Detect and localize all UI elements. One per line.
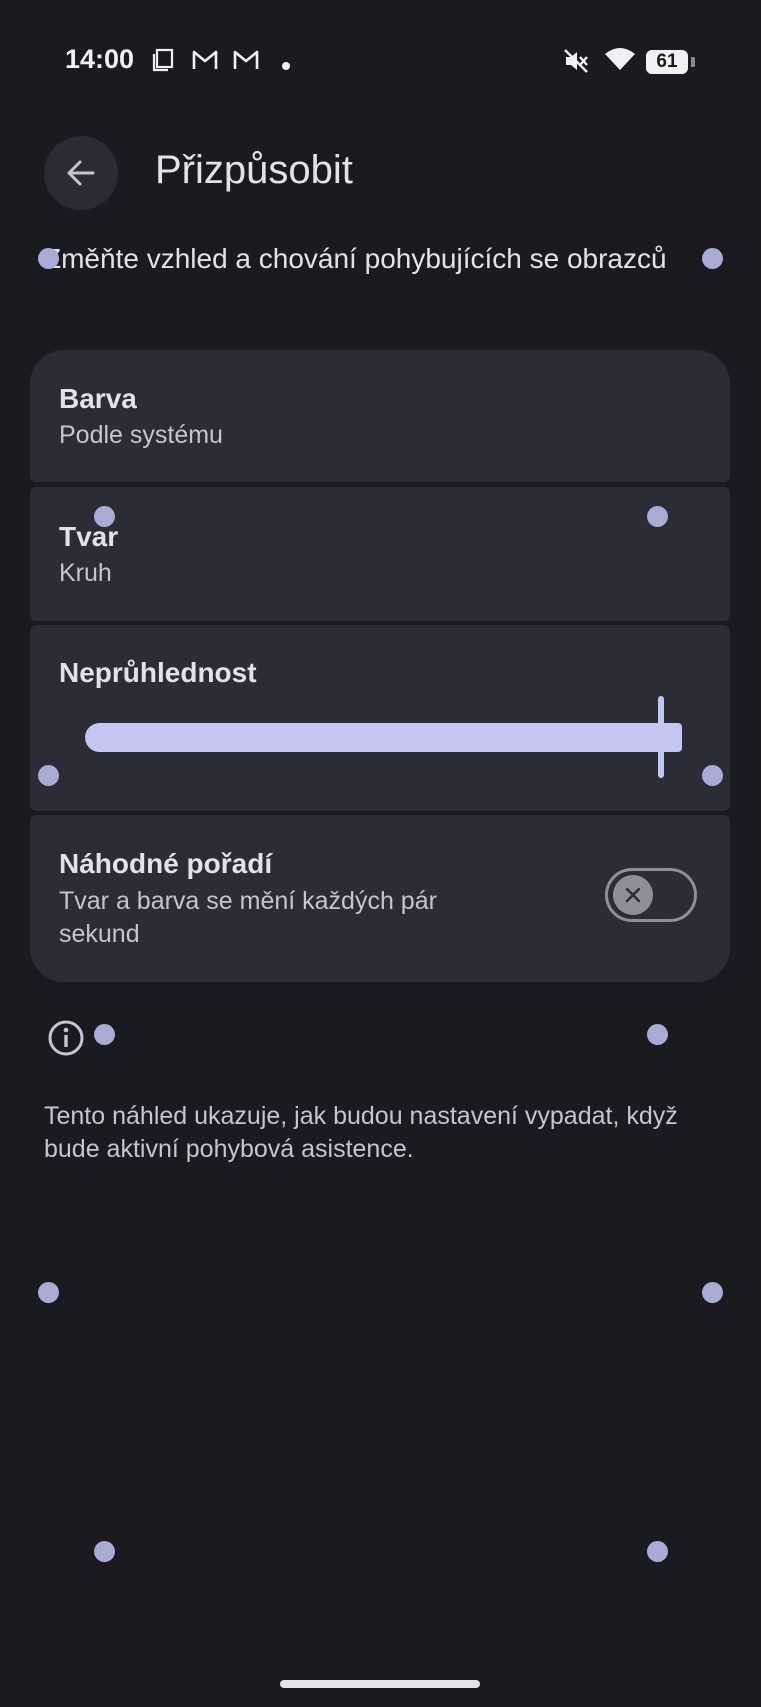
motion-cue-dot: [94, 506, 115, 527]
page-title: Přizpůsobit: [155, 148, 353, 192]
setting-color-title: Barva: [59, 383, 137, 414]
wifi-icon: [604, 46, 636, 77]
random-order-toggle[interactable]: [605, 868, 697, 922]
notification-dot-icon: [282, 57, 290, 75]
info-icon: [47, 1019, 85, 1062]
arrow-back-icon: [67, 160, 95, 186]
setting-color[interactable]: Barva Podle systému: [30, 350, 730, 482]
setting-random-order[interactable]: Náhodné pořadí Tvar a barva se mění každ…: [30, 815, 730, 982]
status-bar: 14:00 61: [0, 0, 761, 120]
setting-opacity-title: Neprůhlednost: [59, 657, 257, 688]
preview-note: Tento náhled ukazuje, jak budou nastaven…: [44, 1102, 678, 1163]
motion-cue-dot: [702, 1282, 723, 1303]
gmail-icon: [232, 48, 260, 77]
battery-tip: [691, 57, 695, 67]
motion-cue-dot: [38, 248, 59, 269]
status-time: 14:00: [65, 44, 135, 74]
setting-shape-value: Kruh: [59, 559, 112, 587]
setting-random-order-title: Náhodné pořadí: [59, 848, 273, 879]
motion-cue-dot: [647, 1024, 668, 1045]
home-indicator[interactable]: [280, 1680, 480, 1688]
back-button[interactable]: [44, 136, 118, 210]
mute-icon: [563, 48, 589, 79]
battery-level: 61: [656, 51, 678, 72]
setting-color-value: Podle systému: [59, 421, 223, 449]
motion-cue-dot: [702, 765, 723, 786]
toggle-thumb: [613, 875, 653, 915]
motion-cue-dot: [38, 1282, 59, 1303]
gmail-icon: [191, 48, 219, 77]
setting-opacity: Neprůhlednost: [30, 625, 730, 811]
opacity-slider-track[interactable]: [85, 723, 682, 752]
motion-cue-dot: [94, 1024, 115, 1045]
setting-random-order-subtitle: Tvar a barva se mění každých pár sekund: [59, 887, 437, 948]
setting-shape[interactable]: Tvar Kruh: [30, 487, 730, 621]
motion-cue-dot: [647, 1541, 668, 1562]
motion-cue-dot: [702, 248, 723, 269]
screenshot-icon: [151, 48, 175, 77]
motion-cue-dot: [647, 506, 668, 527]
motion-cue-dot: [38, 765, 59, 786]
page-description: Změňte vzhled a chování pohybujících se …: [44, 243, 667, 274]
motion-cue-dot: [94, 1541, 115, 1562]
close-icon: [625, 887, 641, 903]
opacity-slider-handle[interactable]: [658, 696, 664, 778]
battery-icon: 61: [646, 50, 688, 74]
